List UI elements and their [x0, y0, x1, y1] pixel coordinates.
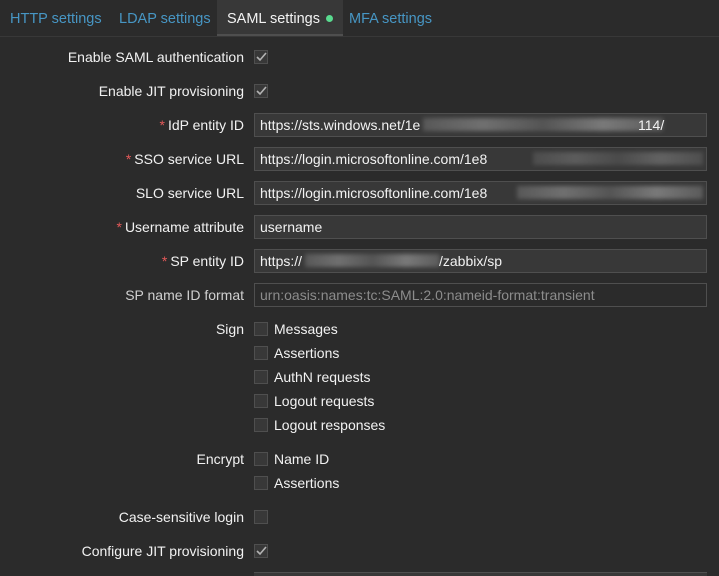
enable-jit-label: Enable JIT provisioning	[98, 83, 244, 99]
idp-entity-id-input[interactable]: https://sts.windows.net/1e 114/	[254, 113, 707, 137]
slo-service-url-value: https://login.microsoftonline.com/1e8	[260, 185, 488, 201]
sp-name-id-format-placeholder: urn:oasis:names:tc:SAML:2.0:nameid-forma…	[260, 287, 595, 303]
enable-jit-checkbox[interactable]	[254, 84, 268, 98]
sp-entity-id-label: * SP entity ID	[162, 253, 244, 269]
sso-service-url-value: https://login.microsoftonline.com/1e8	[260, 151, 488, 167]
status-dot-icon	[325, 15, 333, 22]
tab-http-settings[interactable]: HTTP settings	[10, 0, 102, 36]
case-sensitive-login-checkbox[interactable]	[254, 510, 268, 524]
idp-entity-id-label: * IdP entity ID	[160, 117, 244, 133]
next-field-partial	[254, 572, 707, 576]
sp-entity-id-value-end: /zabbix/sp	[439, 253, 503, 269]
required-asterisk: *	[125, 151, 132, 167]
tab-bar: HTTP settings LDAP settings SAML setting…	[0, 0, 719, 37]
username-attribute-input[interactable]: username	[254, 215, 707, 239]
sign-authn-requests-label: AuthN requests	[274, 369, 371, 385]
sign-logout-requests-checkbox[interactable]	[254, 394, 268, 408]
sp-entity-id-input[interactable]: https:// /zabbix/sp	[254, 249, 707, 273]
required-asterisk: *	[161, 253, 168, 269]
idp-entity-id-label-text: IdP entity ID	[167, 117, 244, 133]
slo-service-url-label: SLO service URL	[135, 185, 244, 201]
sso-service-url-label-text: SSO service URL	[134, 151, 244, 167]
idp-entity-id-value-end: 114/	[638, 117, 665, 133]
tab-ldap-settings[interactable]: LDAP settings	[119, 0, 211, 36]
sign-logout-responses-label: Logout responses	[274, 417, 386, 433]
tab-saml-settings[interactable]: SAML settings	[217, 0, 343, 36]
username-attribute-label: * Username attribute	[116, 219, 244, 235]
enable-saml-checkbox[interactable]	[254, 50, 268, 64]
tab-mfa-settings[interactable]: MFA settings	[349, 0, 432, 36]
tab-saml-label: SAML settings	[227, 11, 320, 27]
encrypt-label: Encrypt	[196, 451, 244, 467]
sign-authn-requests-checkbox[interactable]	[254, 370, 268, 384]
idp-entity-id-value-start: https://sts.windows.net/1e	[260, 117, 421, 133]
slo-service-url-input[interactable]: https://login.microsoftonline.com/1e8	[254, 181, 707, 205]
encrypt-name-id-label: Name ID	[274, 451, 330, 467]
configure-jit-label: Configure JIT provisioning	[81, 543, 244, 559]
sp-entity-id-label-text: SP entity ID	[170, 253, 244, 269]
check-icon	[256, 86, 267, 96]
sign-assertions-checkbox[interactable]	[254, 346, 268, 360]
sign-messages-checkbox[interactable]	[254, 322, 268, 336]
sign-messages-label: Messages	[274, 321, 338, 337]
sign-logout-requests-label: Logout requests	[274, 393, 375, 409]
configure-jit-checkbox[interactable]	[254, 544, 268, 558]
username-attribute-label-text: Username attribute	[124, 219, 244, 235]
sp-name-id-format-input[interactable]: urn:oasis:names:tc:SAML:2.0:nameid-forma…	[254, 283, 707, 307]
required-asterisk: *	[116, 219, 122, 235]
sso-service-url-label: * SSO service URL	[126, 151, 244, 167]
required-asterisk: *	[159, 117, 165, 133]
check-icon	[256, 52, 267, 62]
sign-label: Sign	[215, 321, 244, 337]
sp-name-id-format-label: SP name ID format	[125, 287, 244, 303]
redacted-blur	[517, 186, 703, 199]
username-attribute-value: username	[260, 219, 323, 235]
encrypt-assertions-label: Assertions	[274, 475, 340, 491]
encrypt-name-id-checkbox[interactable]	[254, 452, 268, 466]
saml-form: Enable SAML authentication Enable JIT pr…	[0, 37, 719, 576]
sp-entity-id-value-start: https://	[260, 253, 303, 269]
case-sensitive-login-label: Case-sensitive login	[118, 509, 244, 525]
sign-assertions-label: Assertions	[274, 345, 340, 361]
redacted-blur	[423, 118, 663, 131]
encrypt-assertions-checkbox[interactable]	[254, 476, 268, 490]
sign-logout-responses-checkbox[interactable]	[254, 418, 268, 432]
redacted-blur	[305, 254, 440, 267]
sso-service-url-input[interactable]: https://login.microsoftonline.com/1e8	[254, 147, 707, 171]
check-icon	[256, 546, 267, 556]
enable-saml-label: Enable SAML authentication	[67, 49, 244, 65]
redacted-blur	[533, 152, 703, 165]
